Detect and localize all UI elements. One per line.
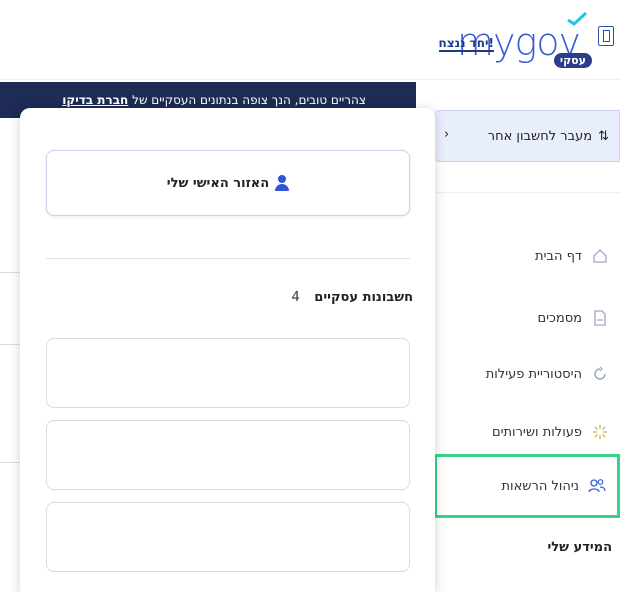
account-card[interactable] [46,420,410,490]
top-header: mygov עסקי יחד ננצח! [0,0,620,80]
business-accounts-count: 4 [291,290,300,305]
personal-area-label: האזור האישי שלי [166,175,270,191]
state-emblem-icon [598,26,614,46]
background-divider [0,462,20,463]
panel-divider [46,258,410,259]
business-accounts-title: חשבונות עסקיים [314,290,413,305]
together-we-win-link[interactable]: יחד ננצח! [438,36,494,52]
switch-account-button[interactable]: ⇅ מעבר לחשבון אחר ‹ [434,110,620,162]
business-accounts-heading: חשבונות עסקיים 4 [291,290,413,305]
sidebar: ⇅ מעבר לחשבון אחר ‹ דף הבית מסמכים היסטו… [432,82,620,592]
sidebar-item-documents[interactable]: מסמכים [432,298,620,338]
background-divider [0,344,20,345]
switch-account-label: מעבר לחשבון אחר [487,128,593,144]
sidebar-item-permissions[interactable]: ניהול הרשאות [434,454,620,518]
chevron-left-icon: ‹ [444,127,450,142]
history-icon [590,364,610,384]
mygov-logo[interactable]: mygov עסקי יחד ננצח! [394,10,614,70]
sidebar-divider [432,192,620,193]
greeting-text: צהריים טובים, הנך צופה בנתונים העסקיים ש… [132,93,366,107]
switch-arrows-icon: ⇅ [598,128,609,144]
account-card[interactable] [46,338,410,408]
sidebar-item-home[interactable]: דף הבית [432,236,620,276]
account-switch-panel: האזור האישי שלי חשבונות עסקיים 4 [20,108,435,592]
person-icon [275,175,290,191]
sidebar-item-history[interactable]: היסטוריית פעילות [432,354,620,394]
users-icon [587,476,607,496]
sidebar-item-label: ניהול הרשאות [501,478,580,494]
logo-badge: עסקי [553,53,592,68]
my-info-heading[interactable]: המידע שלי [547,540,612,555]
personal-area-button[interactable]: האזור האישי שלי [46,150,410,216]
home-icon [590,246,610,266]
sidebar-item-label: היסטוריית פעילות [485,366,582,382]
background-divider [0,272,20,273]
company-name-link[interactable]: חברת בדיקו [62,93,128,107]
sidebar-item-label: מסמכים [537,310,582,326]
sidebar-item-services[interactable]: פעולות ושירותים [432,412,620,452]
document-icon [590,308,610,328]
services-icon [590,422,610,442]
sidebar-item-label: דף הבית [534,248,582,264]
account-card[interactable] [46,502,410,572]
sidebar-item-label: פעולות ושירותים [491,424,582,440]
